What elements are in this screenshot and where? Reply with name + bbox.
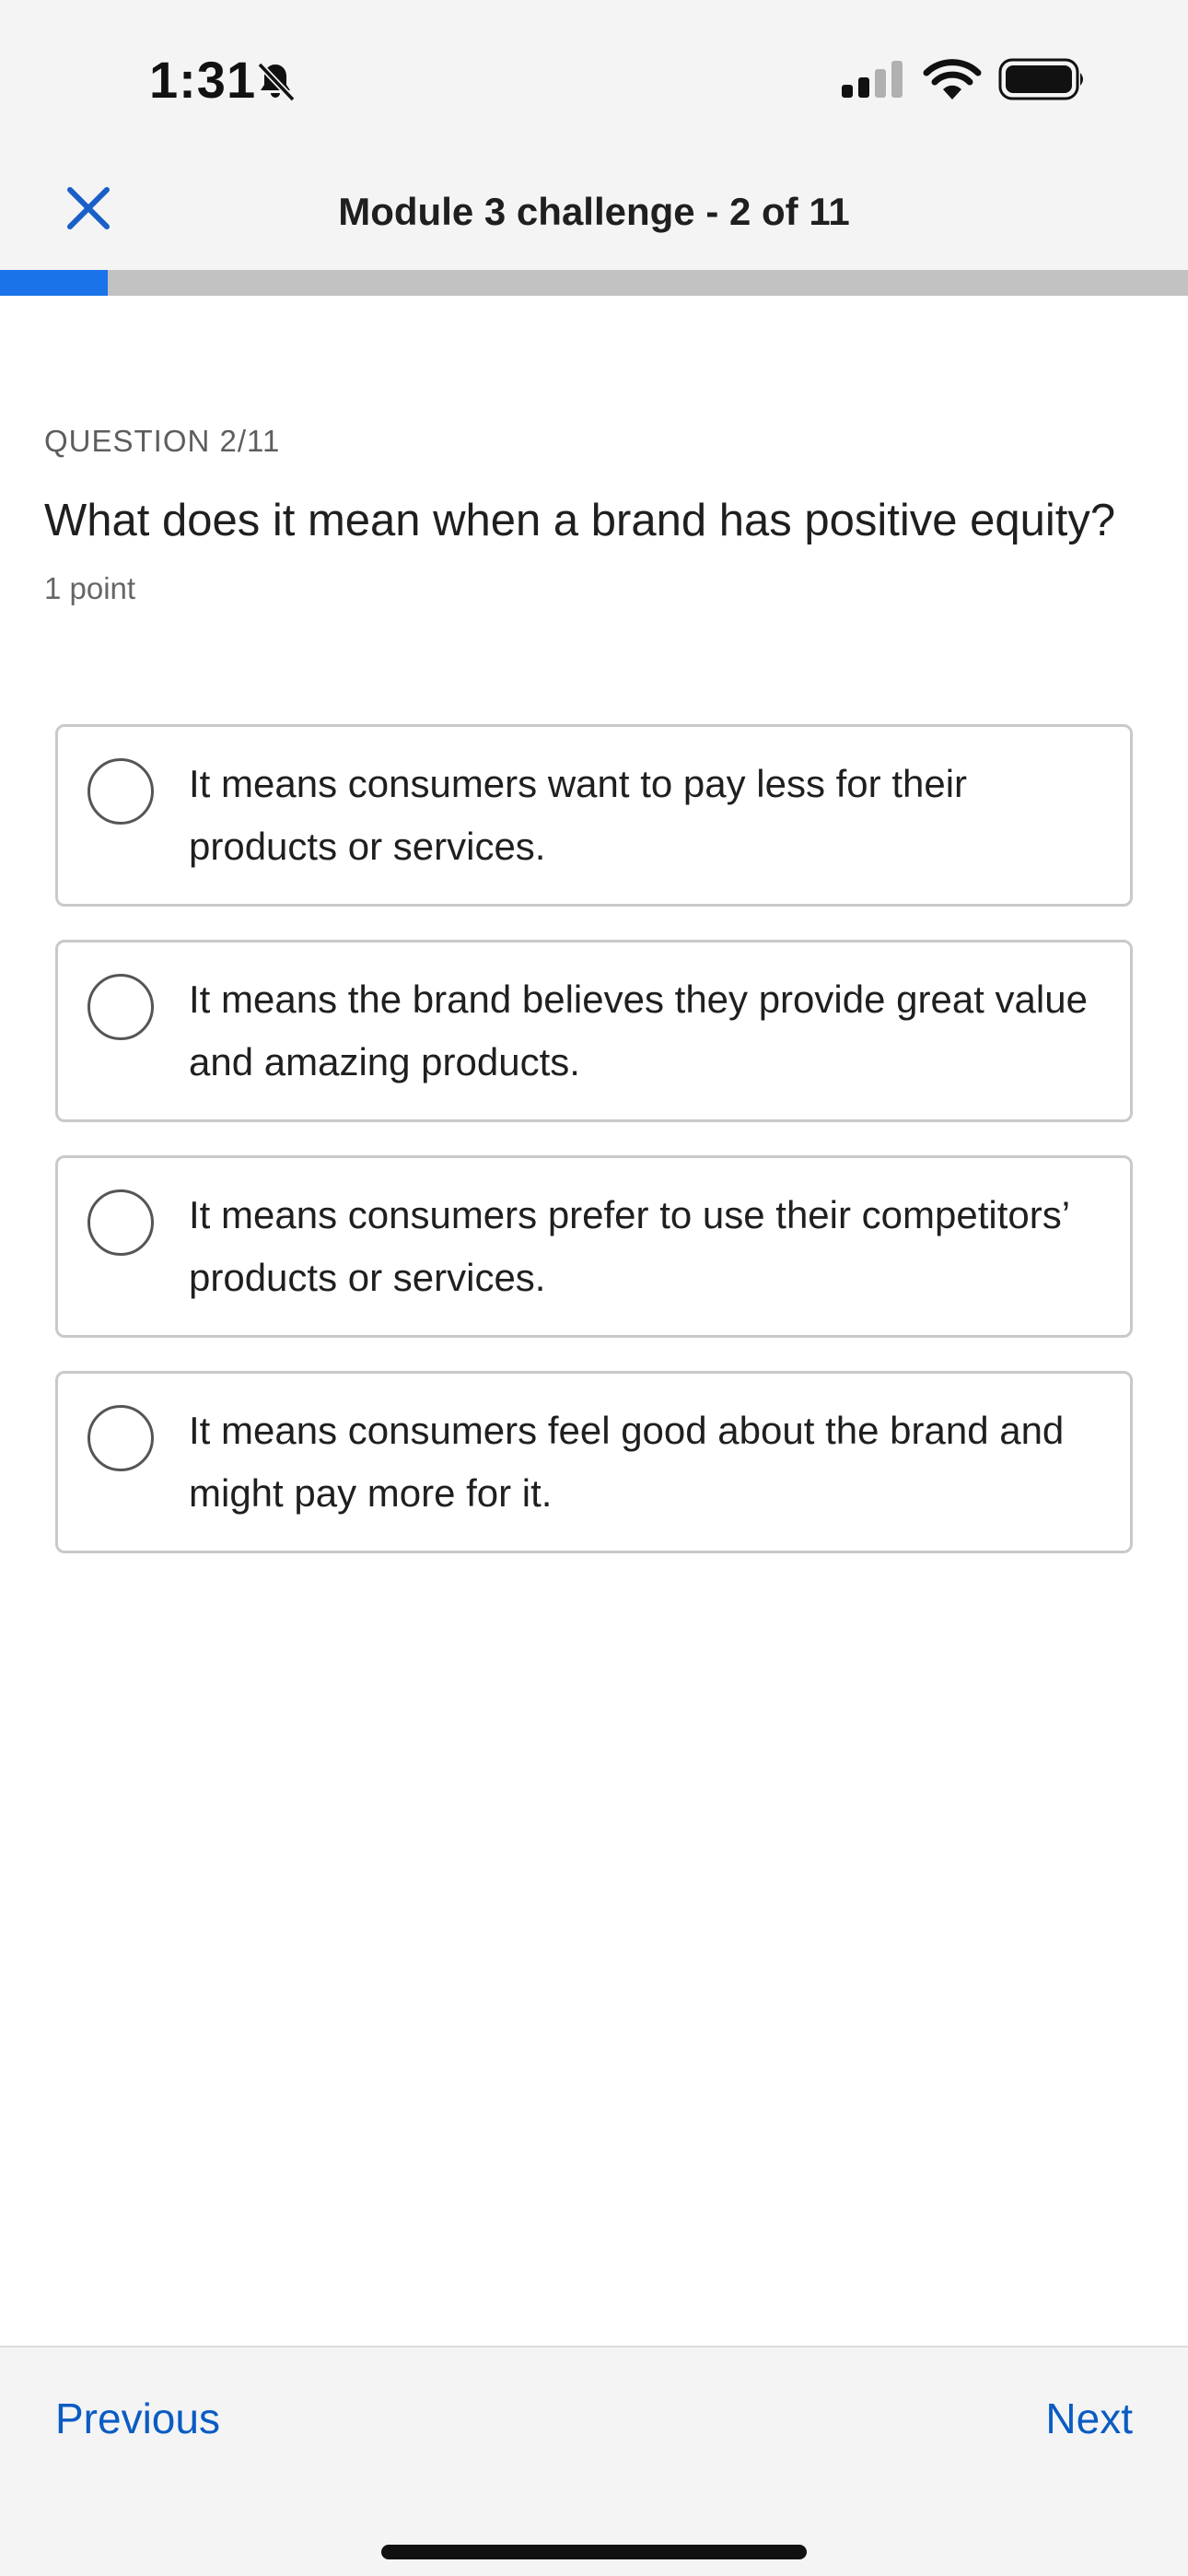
progress-bar <box>0 270 1188 296</box>
answer-option-4[interactable]: It means consumers feel good about the b… <box>55 1371 1133 1553</box>
answer-option-1[interactable]: It means consumers want to pay less for … <box>55 724 1133 907</box>
question-points: 1 point <box>44 571 136 605</box>
radio-button[interactable] <box>87 974 154 1040</box>
answer-option-3[interactable]: It means consumers prefer to use their c… <box>55 1155 1133 1338</box>
answer-option-text: It means consumers prefer to use their c… <box>189 1193 1069 1299</box>
battery-icon <box>998 58 1083 100</box>
radio-button[interactable] <box>87 758 154 825</box>
top-chrome: 1:31 Module 3 challenge - 2 of 11 <box>0 0 1188 270</box>
answer-option-text: It means consumers feel good about the b… <box>189 1409 1065 1515</box>
answer-option-2[interactable]: It means the brand believes they provide… <box>55 940 1133 1122</box>
cellular-signal-icon <box>842 61 903 98</box>
bell-slash-icon <box>257 62 296 102</box>
bottom-nav-bar: Previous Next <box>0 2346 1188 2576</box>
progress-fill <box>0 270 109 296</box>
status-time: 1:31 <box>149 51 257 109</box>
radio-button[interactable] <box>87 1189 154 1256</box>
answer-option-text: It means consumers want to pay less for … <box>189 762 968 868</box>
answer-option-text: It means the brand believes they provide… <box>189 978 1088 1083</box>
radio-button[interactable] <box>87 1405 154 1471</box>
header-title: Module 3 challenge - 2 of 11 <box>338 190 850 233</box>
previous-button[interactable]: Previous <box>55 2394 220 2443</box>
home-indicator[interactable] <box>381 2545 807 2559</box>
question-label: QUESTION 2/11 <box>44 424 281 458</box>
question-text: What does it mean when a brand has posit… <box>44 496 1116 545</box>
quiz-screen: 1:31 Module 3 challenge - 2 of 11 QUESTI… <box>0 0 1188 2576</box>
wifi-icon <box>923 59 982 100</box>
next-button[interactable]: Next <box>1045 2394 1133 2443</box>
